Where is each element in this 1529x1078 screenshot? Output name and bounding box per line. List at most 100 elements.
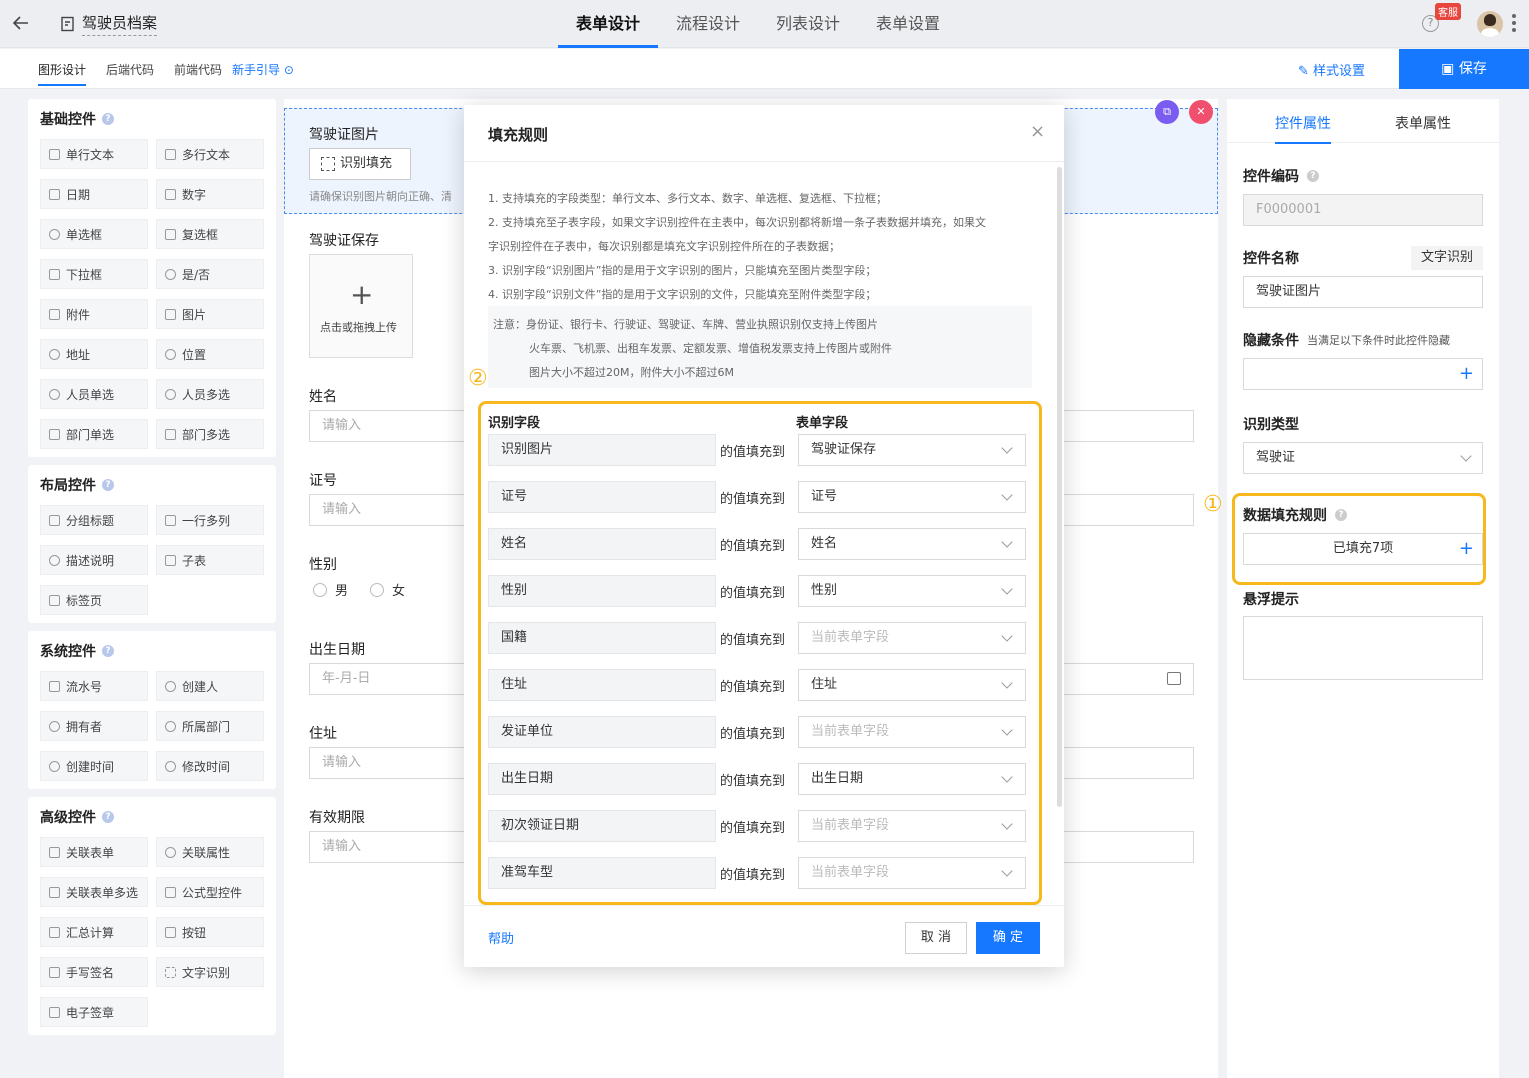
calendar-icon[interactable]	[1167, 672, 1181, 685]
app-title[interactable]: 驾驶员档案	[82, 12, 158, 36]
control-icon	[49, 514, 60, 526]
control-icon	[165, 188, 176, 200]
palette-item[interactable]: 汇总计算	[40, 917, 148, 947]
tab-control-properties[interactable]: 控件属性	[1275, 113, 1331, 144]
target-select[interactable]: 当前表单字段	[798, 810, 1026, 842]
target-select[interactable]: 出生日期	[798, 763, 1026, 795]
radio-female[interactable]	[370, 582, 385, 597]
radio-male[interactable]	[313, 582, 327, 597]
palette-item[interactable]: 地址	[40, 339, 148, 369]
palette-item[interactable]: 是/否	[156, 259, 264, 289]
cancel-button[interactable]: 取 消	[905, 922, 967, 954]
avatar[interactable]	[1477, 11, 1503, 37]
question-icon[interactable]: ?	[102, 113, 114, 125]
delete-icon[interactable]: ✕	[1189, 100, 1213, 124]
tab-form-design[interactable]: 表单设计	[558, 0, 659, 48]
subtab-frontend-code[interactable]: 前端代码	[174, 61, 222, 78]
target-select[interactable]: 姓名	[798, 528, 1026, 560]
palette-item[interactable]: 附件	[40, 299, 148, 329]
rule-line: 4. 识别字段“识别文件”指的是用于文字识别的文件，只能填充至附件类型字段；	[488, 288, 877, 301]
tab-form-properties[interactable]: 表单属性	[1395, 113, 1451, 133]
target-select[interactable]: 住址	[798, 669, 1026, 701]
palette-item[interactable]: 单选框	[40, 219, 148, 249]
customer-service-badge[interactable]: 客服	[1435, 3, 1461, 20]
palette-item[interactable]: 拥有者	[40, 711, 148, 741]
palette-item[interactable]: 按钮	[156, 917, 264, 947]
guide-link[interactable]: 新手引导 ⊙	[232, 61, 294, 78]
palette-item[interactable]: 公式型控件	[156, 877, 264, 907]
mapping-row: 出生日期 的值填充到 出生日期	[488, 763, 1026, 795]
palette-item[interactable]: 数字	[156, 179, 264, 209]
palette-item[interactable]: 创建人	[156, 671, 264, 701]
save-button[interactable]: ▣ 保存	[1399, 49, 1529, 89]
style-settings-button[interactable]: ✎ 样式设置	[1298, 60, 1365, 79]
target-select[interactable]: 性别	[798, 575, 1026, 607]
ocr-type-select[interactable]: 驾驶证	[1243, 442, 1483, 474]
radio-female-label: 女	[392, 584, 406, 599]
birth-date-placeholder: 年-月-日	[322, 671, 371, 686]
palette-item[interactable]: 子表	[156, 545, 264, 575]
back-arrow-icon[interactable]	[10, 12, 32, 34]
question-icon[interactable]: ?	[1307, 170, 1319, 182]
control-icon	[49, 760, 60, 772]
palette-item[interactable]: 人员多选	[156, 379, 264, 409]
mapping-row: 姓名 的值填充到 姓名	[488, 528, 1026, 560]
palette-item[interactable]: 单行文本	[40, 139, 148, 169]
control-icon	[165, 846, 176, 858]
confirm-button[interactable]: 确 定	[976, 922, 1040, 954]
modal-scrollbar[interactable]	[1057, 167, 1062, 807]
palette-item[interactable]: 描述说明	[40, 545, 148, 575]
palette-item[interactable]: 人员单选	[40, 379, 148, 409]
palette-item[interactable]: 关联表单多选	[40, 877, 148, 907]
more-menu-icon[interactable]	[1512, 14, 1516, 34]
question-icon[interactable]: ?	[102, 645, 114, 657]
hide-condition-input[interactable]: +	[1243, 358, 1483, 390]
palette-item[interactable]: 位置	[156, 339, 264, 369]
tooltip-textarea[interactable]	[1243, 616, 1483, 680]
tab-list-design[interactable]: 列表设计	[758, 0, 858, 48]
palette-item[interactable]: 标签页	[40, 585, 148, 615]
target-select[interactable]: 当前表单字段	[798, 857, 1026, 889]
target-select[interactable]: 当前表单字段	[798, 716, 1026, 748]
help-link[interactable]: 帮助	[488, 928, 514, 947]
close-icon[interactable]: ×	[1030, 121, 1045, 142]
mapping-row: 发证单位 的值填充到 当前表单字段	[488, 716, 1026, 748]
palette-item[interactable]: 关联表单	[40, 837, 148, 867]
control-name-input[interactable]: 驾驶证图片	[1243, 276, 1483, 308]
question-icon[interactable]: ?	[102, 811, 114, 823]
ocr-type-label: 识别类型	[1243, 417, 1299, 433]
subtab-backend-code[interactable]: 后端代码	[106, 61, 154, 78]
palette-item[interactable]: 电子签章	[40, 997, 148, 1027]
palette-item[interactable]: 流水号	[40, 671, 148, 701]
tab-flow-design[interactable]: 流程设计	[658, 0, 758, 48]
palette-item[interactable]: 分组标题	[40, 505, 148, 535]
palette-item[interactable]: 多行文本	[156, 139, 264, 169]
palette-item[interactable]: 日期	[40, 179, 148, 209]
plus-icon[interactable]: +	[1459, 359, 1474, 389]
mapping-row: 初次领证日期 的值填充到 当前表单字段	[488, 810, 1026, 842]
palette-item[interactable]: 关联属性	[156, 837, 264, 867]
palette-item[interactable]: 部门多选	[156, 419, 264, 449]
palette-item[interactable]: 创建时间	[40, 751, 148, 781]
tab-form-settings[interactable]: 表单设置	[858, 0, 958, 48]
upload-dropzone[interactable]: + 点击或拖拽上传	[309, 254, 413, 358]
ocr-fill-button[interactable]: 识别填充	[309, 148, 411, 180]
target-select[interactable]: 当前表单字段	[798, 622, 1026, 654]
palette-item[interactable]: 所属部门	[156, 711, 264, 741]
subtab-graphic-design[interactable]: 图形设计	[38, 61, 87, 86]
control-icon	[49, 886, 60, 898]
target-select[interactable]: 证号	[798, 481, 1026, 513]
mapping-row: 国籍 的值填充到 当前表单字段	[488, 622, 1026, 654]
palette-item[interactable]: 一行多列	[156, 505, 264, 535]
palette-item[interactable]: 部门单选	[40, 419, 148, 449]
palette-item[interactable]: 下拉框	[40, 259, 148, 289]
palette-item[interactable]: 手写签名	[40, 957, 148, 987]
rule-line: 1. 支持填充的字段类型：单行文本、多行文本、数字、单选框、复选框、下拉框；	[488, 192, 887, 205]
target-select[interactable]: 驾驶证保存	[798, 434, 1026, 466]
palette-item[interactable]: 图片	[156, 299, 264, 329]
palette-item[interactable]: 复选框	[156, 219, 264, 249]
palette-item[interactable]: 文字识别	[156, 957, 264, 987]
question-icon[interactable]: ?	[102, 479, 114, 491]
palette-item[interactable]: 修改时间	[156, 751, 264, 781]
copy-icon[interactable]: ⧉	[1155, 100, 1179, 124]
